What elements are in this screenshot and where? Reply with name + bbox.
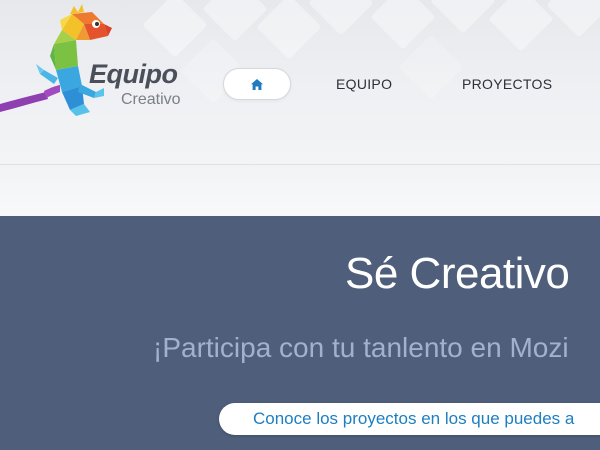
logo[interactable]: Equipo Creativo [0, 0, 190, 118]
hero-cta-button[interactable]: Conoce los proyectos en los que puedes a [219, 403, 600, 435]
background-diamond [202, 0, 268, 42]
background-diamond [546, 0, 600, 38]
background-diamond [488, 0, 554, 52]
hero-section: Sé Creativo ¡Participa con tu tanlento e… [0, 216, 600, 450]
logo-name: Equipo [89, 59, 178, 89]
nav-home-button[interactable] [223, 68, 291, 100]
home-icon [251, 78, 263, 90]
nav-item-equipo[interactable]: EQUIPO [336, 76, 392, 92]
header-subband [0, 164, 600, 216]
site-header: Equipo Creativo EQUIPO PROYECTOS [0, 0, 600, 164]
background-diamond [430, 0, 496, 34]
hero-cta-label: Conoce los proyectos en los que puedes a [253, 409, 575, 428]
nav-item-proyectos[interactable]: PROYECTOS [462, 76, 552, 92]
logo-subtitle: Creativo [121, 91, 181, 108]
hero-subtitle: ¡Participa con tu tanlento en Mozi [153, 332, 569, 363]
hero-title: Sé Creativo [345, 249, 570, 298]
